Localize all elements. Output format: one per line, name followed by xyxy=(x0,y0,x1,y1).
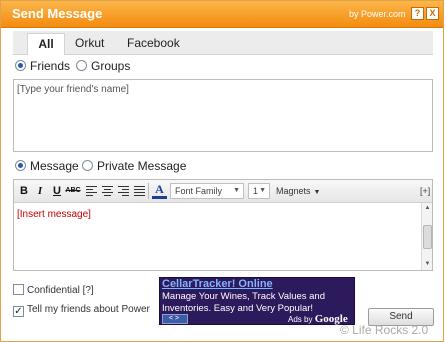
network-tabs: All Orkut Facebook xyxy=(13,31,433,55)
friends-radio[interactable] xyxy=(15,60,26,71)
tab-facebook[interactable]: Facebook xyxy=(127,36,180,50)
font-color-button[interactable]: A xyxy=(152,183,167,199)
ads-by-google[interactable]: Ads by Google xyxy=(288,313,348,325)
watermark: © Life Rocks 2.0 xyxy=(340,323,429,337)
ad-banner[interactable]: CellarTracker! Online Manage Your Wines,… xyxy=(159,277,355,325)
ad-title[interactable]: CellarTracker! Online xyxy=(162,278,273,290)
magnets-label: Magnets xyxy=(276,186,311,196)
groups-label: Groups xyxy=(91,59,131,73)
underline-button[interactable]: U xyxy=(50,184,64,198)
help-button[interactable]: ? xyxy=(411,7,424,20)
editor-scrollbar[interactable]: ▲ ▼ xyxy=(421,203,432,270)
private-message-option[interactable]: Private Message xyxy=(82,159,186,173)
title-bar: Send Message by Power.com ? X xyxy=(1,1,443,28)
tab-orkut[interactable]: Orkut xyxy=(75,36,104,50)
font-size-value: 1 xyxy=(253,186,259,196)
chevron-down-icon: ▼ xyxy=(259,187,266,194)
toolbar-divider xyxy=(148,183,149,199)
friends-label: Friends xyxy=(30,59,71,73)
private-message-radio[interactable] xyxy=(82,160,93,171)
font-size-select[interactable]: 1 ▼ xyxy=(248,183,270,199)
groups-radio[interactable] xyxy=(76,60,87,71)
window-title: Send Message xyxy=(12,6,103,21)
font-family-select[interactable]: Font Family ▼ xyxy=(170,183,244,199)
message-option[interactable]: Message xyxy=(15,159,79,173)
message-editor: B I U ABC A Font Family ▼ 1 ▼ Magnets ▼ [+]… xyxy=(13,179,433,271)
align-left-icon[interactable] xyxy=(86,186,97,196)
send-message-window: Send Message by Power.com ? X All Orkut … xyxy=(0,0,444,342)
groups-option[interactable]: Groups xyxy=(76,59,130,73)
chevron-down-icon: ▼ xyxy=(233,187,240,194)
align-right-icon[interactable] xyxy=(118,186,129,196)
message-label: Message xyxy=(30,159,79,173)
message-placeholder[interactable]: [Insert message] xyxy=(17,209,91,220)
private-message-label: Private Message xyxy=(97,159,187,173)
align-center-icon[interactable] xyxy=(102,186,113,196)
ads-by-prefix: Ads by xyxy=(288,315,313,324)
expand-button[interactable]: [+] xyxy=(420,186,430,196)
editor-toolbar: B I U ABC A Font Family ▼ 1 ▼ Magnets ▼ [+] xyxy=(14,180,432,203)
ad-body: Manage Your Wines, Track Values and Inve… xyxy=(162,291,326,314)
scroll-thumb[interactable] xyxy=(423,225,432,249)
scroll-down-icon[interactable]: ▼ xyxy=(423,260,432,269)
friends-input[interactable]: [Type your friend's name] xyxy=(13,79,433,152)
friends-option[interactable]: Friends xyxy=(15,59,70,73)
close-button[interactable]: X xyxy=(426,7,439,20)
tell-friends-option[interactable]: ✓ Tell my friends about Power xyxy=(13,304,150,317)
tell-friends-checkbox[interactable]: ✓ xyxy=(13,306,24,317)
tell-friends-label: Tell my friends about Power xyxy=(27,304,150,315)
magnets-menu[interactable]: Magnets ▼ xyxy=(276,186,320,196)
font-family-value: Font Family xyxy=(175,186,223,196)
byline: by Power.com xyxy=(349,9,406,19)
ad-nav-arrows[interactable]: <> xyxy=(162,314,188,324)
tab-all[interactable]: All xyxy=(27,33,65,55)
chevron-down-icon: ▼ xyxy=(313,189,321,196)
confidential-checkbox[interactable] xyxy=(13,284,24,295)
bold-button[interactable]: B xyxy=(17,184,31,198)
strikethrough-button[interactable]: ABC xyxy=(65,184,81,198)
friends-placeholder: [Type your friend's name] xyxy=(17,84,129,95)
scroll-up-icon[interactable]: ▲ xyxy=(423,204,432,213)
italic-button[interactable]: I xyxy=(33,184,47,198)
message-radio[interactable] xyxy=(15,160,26,171)
align-justify-icon[interactable] xyxy=(134,186,145,196)
confidential-option[interactable]: Confidential [?] xyxy=(13,284,94,296)
confidential-label: Confidential [?] xyxy=(27,285,94,296)
